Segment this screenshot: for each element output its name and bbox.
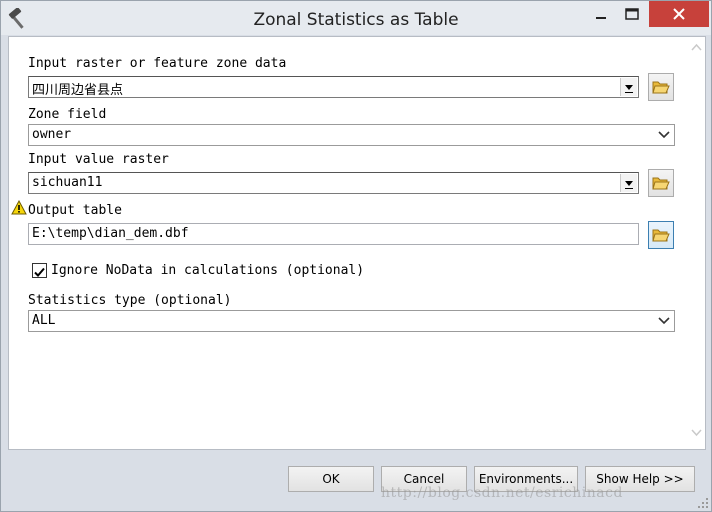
output-table-browse-button[interactable] bbox=[648, 221, 674, 249]
maximize-button[interactable] bbox=[617, 1, 647, 27]
zone-field-value: owner bbox=[32, 127, 72, 142]
chevron-down-icon bbox=[625, 84, 633, 90]
button-bar: OK Cancel Environments... Show Help >> bbox=[1, 451, 711, 511]
input-zone-combo[interactable]: 四川周边省县点 bbox=[28, 76, 639, 98]
dialog-window: Zonal Statistics as Table Input raster o… bbox=[0, 0, 712, 512]
statistics-type-select[interactable]: ALL bbox=[28, 310, 675, 332]
folder-open-icon bbox=[652, 81, 670, 94]
input-zone-dropdown-arrow[interactable] bbox=[620, 78, 637, 96]
minimize-icon bbox=[596, 17, 606, 19]
scroll-up-icon[interactable] bbox=[691, 43, 702, 51]
ignore-nodata-label[interactable]: Ignore NoData in calculations (optional) bbox=[51, 263, 364, 278]
output-table-input[interactable]: E:\temp\dian_dem.dbf bbox=[28, 223, 639, 245]
output-table-label: Output table bbox=[28, 203, 122, 218]
input-zone-browse-button[interactable] bbox=[648, 73, 674, 101]
input-zone-label: Input raster or feature zone data bbox=[28, 56, 287, 71]
close-button[interactable] bbox=[649, 1, 709, 27]
parameters-panel: Input raster or feature zone data 四川周边省县… bbox=[8, 36, 706, 450]
resize-grip-icon[interactable] bbox=[697, 497, 709, 509]
title-bar[interactable]: Zonal Statistics as Table bbox=[1, 1, 711, 35]
warning-icon bbox=[11, 200, 27, 215]
chevron-down-icon bbox=[658, 131, 670, 139]
minimize-button[interactable] bbox=[586, 1, 616, 27]
statistics-type-value: ALL bbox=[32, 313, 56, 328]
ok-button[interactable]: OK bbox=[288, 466, 374, 492]
input-value-raster-combo[interactable]: sichuan11 bbox=[28, 172, 639, 194]
maximize-icon bbox=[625, 8, 639, 20]
folder-open-icon bbox=[652, 229, 670, 242]
zone-field-label: Zone field bbox=[28, 107, 107, 122]
checkmark-icon bbox=[34, 267, 45, 277]
watermark-text: http://blog.csdn.net/esrichinacd bbox=[381, 485, 623, 501]
close-icon bbox=[673, 8, 685, 20]
statistics-type-label: Statistics type (optional) bbox=[28, 293, 232, 308]
scroll-down-icon[interactable] bbox=[691, 429, 702, 437]
ignore-nodata-checkbox[interactable] bbox=[32, 263, 47, 278]
input-value-raster-value: sichuan11 bbox=[32, 175, 103, 190]
chevron-down-icon bbox=[625, 180, 633, 186]
input-zone-value: 四川周边省县点 bbox=[32, 83, 124, 98]
output-table-value: E:\temp\dian_dem.dbf bbox=[32, 226, 189, 241]
dropdown-underline bbox=[625, 92, 633, 93]
zone-field-select[interactable]: owner bbox=[28, 124, 675, 146]
dropdown-underline bbox=[625, 188, 633, 189]
chevron-down-icon bbox=[658, 317, 670, 325]
vertical-scrollbar[interactable] bbox=[688, 37, 705, 449]
folder-open-icon bbox=[652, 177, 670, 190]
input-value-raster-label: Input value raster bbox=[28, 152, 169, 167]
input-value-raster-browse-button[interactable] bbox=[648, 169, 674, 197]
input-value-raster-dropdown-arrow[interactable] bbox=[620, 174, 637, 192]
